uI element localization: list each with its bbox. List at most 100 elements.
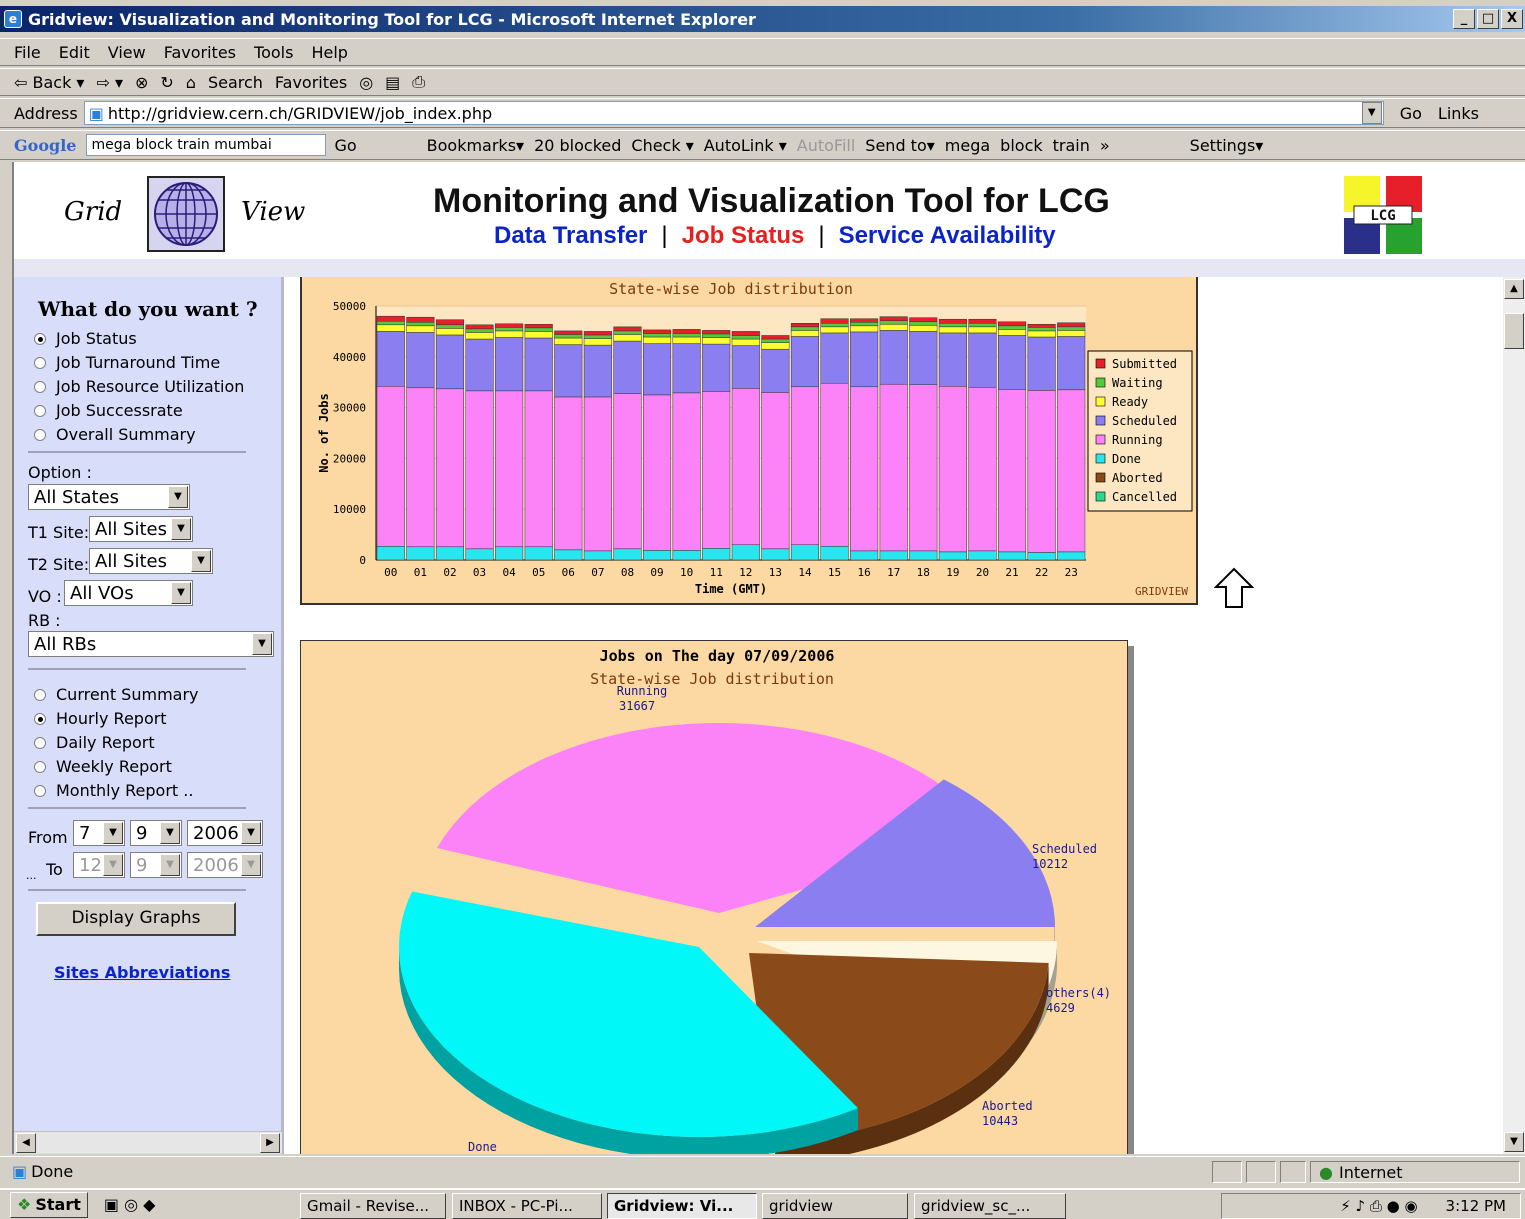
radio-job-turnaround[interactable]: Job Turnaround Time [34,353,220,372]
radio-icon[interactable] [34,356,46,369]
bar-segment [731,544,760,561]
vo-select[interactable]: All VOs ▼ [64,580,193,606]
autofill-button[interactable]: AutoFill [797,136,856,155]
legend-swatch [1095,377,1106,388]
pie-value-label: 31667 [619,699,655,713]
from-day-select[interactable]: 7 ▼ [73,820,125,846]
menu-tools[interactable]: Tools [254,43,293,62]
radio-job-status[interactable]: Job Status [34,329,137,348]
radio-job-resource[interactable]: Job Resource Utilization [34,377,244,396]
links-button[interactable]: Links [1438,104,1479,123]
nav-data-transfer[interactable]: Data Transfer [494,222,647,249]
task-gridview-ie[interactable]: Gridview: Vi... [607,1193,757,1219]
radio-current-summary[interactable]: Current Summary [34,685,199,704]
autolink-button[interactable]: AutoLink ▾ [704,136,787,155]
sendto-button[interactable]: Send to▾ [865,136,934,155]
task-inbox[interactable]: INBOX - PC-Pi... [452,1193,602,1219]
scroll-up-icon[interactable]: ▲ [1504,279,1524,299]
highlight-mega[interactable]: mega [945,136,990,155]
bookmarks-button[interactable]: Bookmarks▾ [427,136,524,155]
chevron-down-icon[interactable]: ▼ [191,550,211,572]
chevron-down-icon[interactable]: ▼ [171,582,191,604]
stop-icon[interactable]: ⊗ [135,73,148,92]
page-vertical-scrollbar[interactable]: ▲ ▼ [1503,277,1525,1154]
history-icon[interactable]: ▤ [385,73,400,92]
radio-icon[interactable] [34,428,46,441]
nav-service-availability[interactable]: Service Availability [839,222,1056,249]
radio-icon[interactable] [34,784,46,797]
tray-icons[interactable]: ⚡ ♪ ⎙ ● ◉ [1340,1197,1417,1215]
t1-site-select[interactable]: All Sites ▼ [89,516,193,542]
pie-label: Aborted [982,1099,1033,1113]
maximize-button[interactable]: □ [1477,9,1499,29]
highlight-block[interactable]: block [1000,136,1042,155]
scroll-thumb[interactable] [1504,313,1524,349]
chevron-down-icon[interactable]: ▼ [252,633,272,655]
print-icon[interactable]: ⎙ [412,72,425,92]
radio-selected-icon[interactable] [34,332,46,345]
radio-icon[interactable] [34,404,46,417]
menu-file[interactable]: File [14,43,41,62]
google-search-input[interactable]: mega block train mumbai [86,134,327,156]
google-logo[interactable]: Google [14,136,76,155]
google-go-button[interactable]: Go [334,136,356,155]
radio-selected-icon[interactable] [34,712,46,725]
radio-label: Job Status [56,329,137,348]
radio-weekly-report[interactable]: Weekly Report [34,757,172,776]
bar-segment [968,318,997,324]
minimize-button[interactable]: _ [1453,9,1475,29]
settings-button[interactable]: Settings▾ [1190,136,1264,155]
radio-daily-report[interactable]: Daily Report [34,733,155,752]
menu-help[interactable]: Help [311,43,347,62]
from-year-select[interactable]: 2006 ▼ [187,820,263,846]
radio-icon[interactable] [34,688,46,701]
task-gmail[interactable]: Gmail - Revise... [300,1193,446,1219]
spell-check-button[interactable]: Check ▾ [631,136,693,155]
radio-icon[interactable] [34,380,46,393]
popup-blocked-button[interactable]: 20 blocked [534,136,621,155]
close-button[interactable]: X [1501,9,1523,29]
sidebar-horizontal-scrollbar[interactable]: ◀ ▶ [14,1131,282,1153]
radio-icon[interactable] [34,736,46,749]
chevron-down-icon[interactable]: ▼ [171,518,191,540]
task-gridview-search[interactable]: gridview [762,1193,908,1219]
radio-icon[interactable] [34,760,46,773]
address-dropdown-icon[interactable]: ▼ [1361,102,1382,124]
refresh-icon[interactable]: ↻ [160,73,173,92]
sites-abbreviations-link[interactable]: Sites Abbreviations [54,963,230,982]
go-button[interactable]: Go [1400,104,1422,123]
scroll-down-icon[interactable]: ▼ [1504,1132,1524,1152]
rb-select[interactable]: All RBs ▼ [28,631,274,657]
highlight-train[interactable]: train [1053,136,1090,155]
scroll-left-icon[interactable]: ◀ [16,1133,36,1153]
chevron-down-icon[interactable]: ▼ [103,822,123,844]
start-button[interactable]: ❖ Start [10,1191,88,1218]
display-graphs-button[interactable]: Display Graphs [36,902,236,936]
menu-favorites[interactable]: Favorites [164,43,236,62]
chevron-down-icon[interactable]: ▼ [160,822,180,844]
search-button[interactable]: Search [208,73,263,92]
media-icon[interactable]: ◎ [359,73,373,92]
radio-monthly-report[interactable]: Monthly Report .. [34,781,193,800]
t2-site-select[interactable]: All Sites ▼ [89,548,213,574]
home-icon[interactable]: ⌂ [186,73,196,92]
nav-job-status[interactable]: Job Status [682,222,805,249]
chevron-down-icon[interactable]: ▼ [168,486,188,508]
radio-job-successrate[interactable]: Job Successrate [34,401,183,420]
bar-segment [672,392,701,551]
back-button[interactable]: ⇦ Back ▾ [14,73,84,92]
menu-view[interactable]: View [108,43,146,62]
chevron-down-icon[interactable]: ▼ [241,822,261,844]
from-month-select[interactable]: 9 ▼ [130,820,182,846]
menu-edit[interactable]: Edit [59,43,90,62]
radio-overall-summary[interactable]: Overall Summary [34,425,196,444]
quicklaunch-icons[interactable]: ▣ ◎ ◆ [104,1195,156,1214]
radio-hourly-report[interactable]: Hourly Report [34,709,167,728]
address-input[interactable]: ▣ http://gridview.cern.ch/GRIDVIEW/job_in… [83,101,1384,125]
favorites-button[interactable]: Favorites [275,73,347,92]
forward-button[interactable]: ⇨ ▾ [96,73,123,92]
option-select[interactable]: All States ▼ [28,484,190,510]
more-chevron-icon[interactable]: » [1100,136,1110,155]
scroll-right-icon[interactable]: ▶ [260,1133,280,1153]
task-gridview-screenshot[interactable]: gridview_sc_... [914,1193,1066,1219]
